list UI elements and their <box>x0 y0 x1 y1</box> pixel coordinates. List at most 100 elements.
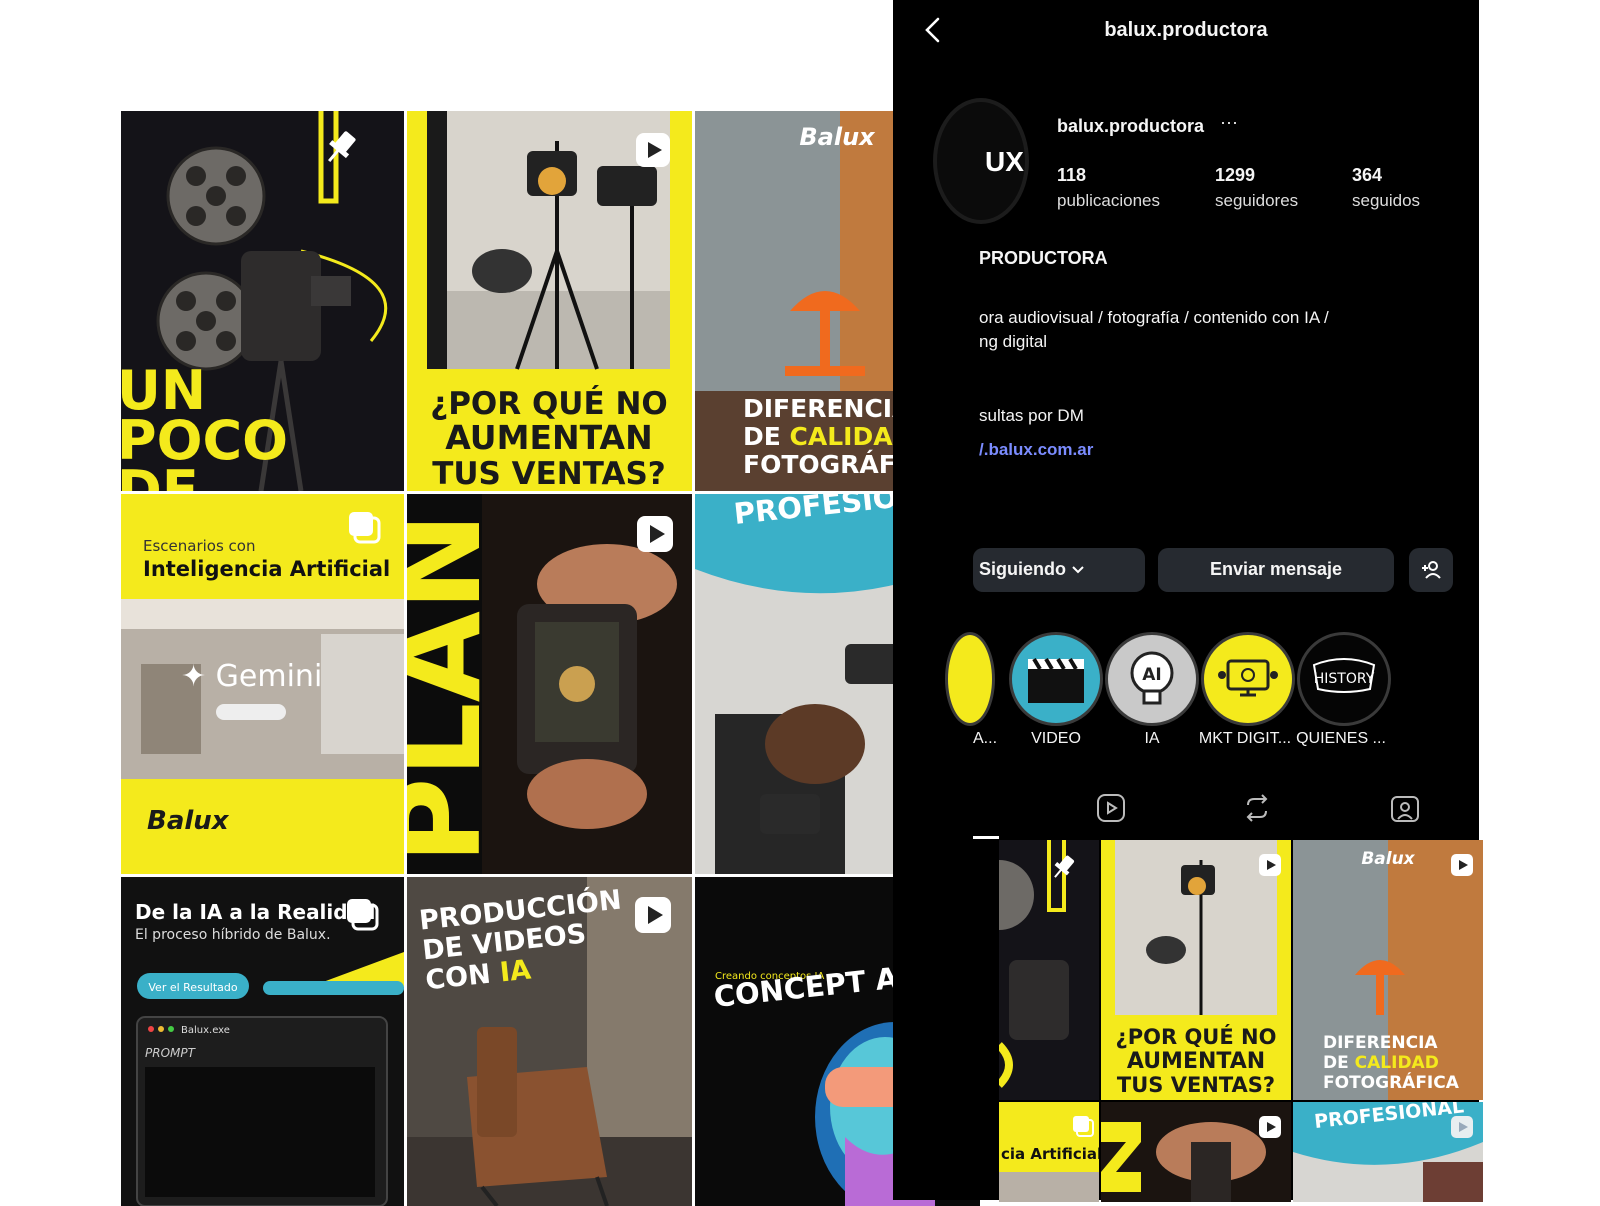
post-calidad-logo: Balux <box>799 123 876 151</box>
projector-artwork: UN POCO DE <box>121 111 404 491</box>
post-ia-gemini: ✦ Gemini <box>181 659 322 694</box>
grid-profesional-art: PROFESIONAL <box>1293 1102 1483 1202</box>
highlight-label-video[interactable]: VIDEO <box>1009 730 1103 748</box>
svg-text:HISTORY: HISTORY <box>1314 671 1375 687</box>
clapperboard-icon <box>1028 657 1084 703</box>
bio-line-1: ora audiovisual / fotografía / contenido… <box>979 308 1329 327</box>
grid-calidad-line2: DE CALIDAD <box>1323 1053 1439 1073</box>
following-label-text: Siguiendo <box>979 559 1066 579</box>
highlight-mkt[interactable] <box>1201 632 1295 726</box>
chevron-down-icon <box>1072 566 1084 574</box>
highlight-label-mkt[interactable]: MKT DIGIT... <box>1193 730 1297 748</box>
followers-label[interactable]: seguidores <box>1215 191 1298 211</box>
post-plan[interactable]: PLAN <box>407 494 692 874</box>
reel-icon <box>1451 1116 1473 1138</box>
post-ia-logo: Balux <box>147 806 230 836</box>
reel-icon <box>1259 854 1281 876</box>
post-calidad-line1: DIFERENCIA <box>743 394 912 423</box>
plan-artwork: PLAN <box>407 494 692 874</box>
grid-ventas-line2: AUMENTAN <box>1127 1049 1265 1074</box>
highlight-label-quienes[interactable]: QUIENES ... <box>1291 730 1391 748</box>
grid-calidad-line1: DIFERENCIA <box>1323 1033 1438 1053</box>
profile-link[interactable]: /.balux.com.ar <box>979 440 1093 460</box>
ia-artwork: Escenarios con Inteligencia Artificial ✦… <box>121 494 404 874</box>
grid-ia-art: cia Artificial <box>999 1102 1099 1202</box>
header-username: balux.productora <box>1104 19 1268 41</box>
post-inteligencia-artificial[interactable]: Escenarios con Inteligencia Artificial ✦… <box>121 494 404 874</box>
videos-ia-artwork: PRODUCCIÓN DE VIDEOS CON IA <box>407 877 692 1206</box>
ventas-artwork: ¿POR QUÉ NO AUMENTAN TUS VENTAS? <box>407 111 692 491</box>
post-projector[interactable]: UN POCO DE <box>121 111 404 491</box>
posts-count: 118 <box>1057 165 1087 185</box>
reel-icon <box>1451 854 1473 876</box>
profile-name: PRODUCTORA <box>979 248 1108 268</box>
grid-tab-indicator <box>973 836 999 839</box>
highlight-quienes[interactable]: HISTORY <box>1297 632 1391 726</box>
highlight-label-ia[interactable]: IA <box>1105 730 1199 748</box>
message-button[interactable]: Enviar mensaje <box>1158 548 1394 592</box>
post-realidad-title: De la IA a la Realidad <box>135 900 375 924</box>
history-speech-icon: HISTORY <box>1312 658 1376 693</box>
highlight-video[interactable] <box>1009 632 1103 726</box>
post-ventas-line2: AUMENTAN <box>445 418 652 457</box>
profile-post-grid: ¿POR QUÉ NO AUMENTAN TUS VENTAS? Balux D… <box>999 840 1483 1202</box>
tab-reposts[interactable] <box>1242 793 1272 823</box>
grid-post-ia[interactable]: cia Artificial <box>999 1102 1099 1202</box>
following-count[interactable]: 364 <box>1352 165 1382 186</box>
tab-reels[interactable] <box>1096 793 1126 823</box>
featured-post-grid: UN POCO DE ¿POR QUÉ NO AUMENTAN TUS VENT… <box>121 111 980 1206</box>
reel-icon <box>1259 1116 1281 1138</box>
highlight-label-1[interactable]: A... <box>973 730 997 748</box>
avatar-text: UX <box>985 146 1024 177</box>
svg-text:AI: AI <box>1142 665 1161 685</box>
post-plan-word: PLAN <box>407 512 507 864</box>
add-person-button[interactable] <box>1409 548 1453 592</box>
post-ventas[interactable]: ¿POR QUÉ NO AUMENTAN TUS VENTAS? <box>407 111 692 491</box>
bio-line-3: sultas por DM <box>979 406 1084 425</box>
grid-plan-art <box>1101 1102 1291 1202</box>
grid-calidad-line3: FOTOGRÁFICA <box>1323 1071 1460 1093</box>
following-label[interactable]: seguidos <box>1352 191 1420 211</box>
ai-bulb-icon: AI <box>1130 651 1174 705</box>
post-ventas-line1: ¿POR QUÉ NO <box>430 386 668 422</box>
grid-ventas-art: ¿POR QUÉ NO AUMENTAN TUS VENTAS? <box>1101 840 1291 1100</box>
post-realidad-window: Balux.exe <box>181 1025 230 1036</box>
highlight-ia[interactable]: AI <box>1105 632 1199 726</box>
profile-username: balux.productora <box>1057 116 1205 136</box>
post-ia-title: Inteligencia Artificial <box>143 557 390 581</box>
post-ia-realidad[interactable]: De la IA a la Realidad El proceso híbrid… <box>121 877 404 1206</box>
avatar[interactable]: UX <box>933 98 1029 224</box>
post-videos-ia[interactable]: PRODUCCIÓN DE VIDEOS CON IA <box>407 877 692 1206</box>
posts-label: publicaciones <box>1057 191 1161 210</box>
post-realidad-prompt: PROMPT <box>145 1046 197 1060</box>
more-options-icon[interactable]: ··· <box>1220 112 1238 133</box>
highlight-1[interactable] <box>945 632 995 726</box>
grid-projector-art <box>999 840 1099 1100</box>
grid-calidad-art: Balux DIFERENCIA DE CALIDAD FOTOGRÁFICA <box>1293 840 1483 1100</box>
reel-icon <box>635 897 671 933</box>
grid-post-profesional[interactable]: PROFESIONAL <box>1293 1102 1483 1202</box>
post-ventas-line3: TUS VENTAS? <box>432 456 666 491</box>
post-realidad-subtitle: El proceso híbrido de Balux. <box>135 927 331 943</box>
grid-post-calidad[interactable]: Balux DIFERENCIA DE CALIDAD FOTOGRÁFICA <box>1293 840 1483 1100</box>
add-person-icon <box>1422 561 1441 579</box>
reel-icon <box>637 516 673 552</box>
grid-post-plan[interactable] <box>1101 1102 1291 1202</box>
following-button[interactable]: Siguiendo <box>973 548 1145 592</box>
marketing-monitor-icon <box>1218 659 1278 697</box>
post-projector-text-c: DE <box>121 459 199 491</box>
message-label: Enviar mensaje <box>1209 559 1343 579</box>
grid-post-ventas[interactable]: ¿POR QUÉ NO AUMENTAN TUS VENTAS? <box>1101 840 1291 1100</box>
post-calidad-line2: DE CALIDAD <box>743 422 913 451</box>
tab-tagged[interactable] <box>1390 793 1420 823</box>
grid-ventas-line1: ¿POR QUÉ NO <box>1116 1024 1277 1049</box>
grid-ia-title: cia Artificial <box>1001 1145 1099 1163</box>
grid-calidad-logo: Balux <box>1361 849 1415 869</box>
reel-icon <box>636 133 670 167</box>
grid-post-projector[interactable] <box>999 840 1099 1100</box>
post-realidad-button: Ver el Resultado <box>148 981 237 994</box>
post-ia-small: Escenarios con <box>143 537 256 555</box>
bio-line-2: ng digital <box>979 332 1048 351</box>
ia-realidad-artwork: De la IA a la Realidad El proceso híbrid… <box>121 877 404 1206</box>
followers-count[interactable]: 1299 <box>1215 165 1255 186</box>
